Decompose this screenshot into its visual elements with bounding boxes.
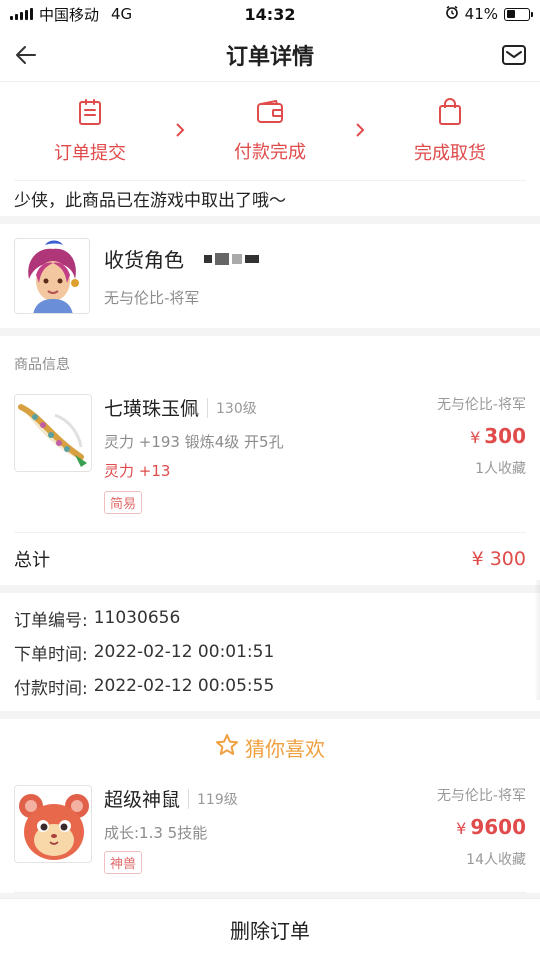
network-label: 4G: [111, 5, 133, 23]
item-favorites: 1人收藏: [475, 461, 526, 477]
total-label: 总计: [14, 550, 50, 571]
clipboard-icon: [77, 98, 103, 131]
step-label: 完成取货: [414, 142, 486, 164]
recommend-list: 超级神鼠 119级 成长:1.3 5技能 神兽 无与伦比-将军 ¥9600 14…: [0, 775, 540, 893]
item-details: 七璜珠玉佩 130级 灵力 +193 锻炼4级 开5孔 灵力 +13 简易: [104, 394, 437, 514]
role-server: 无与伦比-将军: [104, 289, 200, 307]
recommend-card: 猜你喜欢 超级神鼠 119级 成长:1.3 5技能 神兽 无与伦比-将军 ¥ 9…: [0, 719, 540, 893]
status-right: 41%: [445, 5, 533, 23]
step-label: 付款完成: [234, 141, 306, 163]
pay-time: 2022-02-12 00:05:55: [93, 676, 275, 696]
item-price: ¥9600: [456, 815, 526, 839]
order-time: 2022-02-12 00:01:51: [93, 642, 275, 662]
item-thumbnail: [14, 394, 92, 472]
item-price-column: 无与伦比-将军 ¥9600 14人收藏: [437, 785, 526, 874]
signal-icon: [10, 8, 33, 20]
nav-bar: 订单详情: [0, 28, 540, 82]
arrow-left-icon[interactable]: [12, 41, 40, 69]
censored-name: [204, 252, 259, 265]
recommend-title: 猜你喜欢: [245, 736, 325, 761]
item-price: ¥300: [470, 424, 526, 448]
chevron-right-icon: [174, 119, 186, 143]
wallet-icon: [256, 99, 284, 130]
item-attributes: 灵力 +193 锻炼4级 开5孔: [104, 433, 284, 451]
carrier-label: 中国移动: [39, 5, 100, 24]
goods-info-card: 商品信息 七璜珠玉佩 130级 灵力 +193 锻炼4级 开5孔 灵力 +13 …: [0, 336, 540, 533]
item-favorites: 14人收藏: [466, 852, 526, 868]
divider: [0, 711, 540, 719]
item-tag: 神兽: [104, 851, 143, 874]
alarm-icon: [445, 5, 459, 23]
item-attributes: 成长:1.3 5技能: [104, 824, 208, 842]
currency-symbol: ¥: [456, 819, 467, 838]
star-icon: [215, 733, 239, 762]
item-thumbnail: [14, 785, 92, 863]
order-number-label: 订单编号:: [14, 610, 88, 631]
role-title-row: 收货角色: [104, 244, 259, 273]
step-submitted: 订单提交: [54, 98, 126, 165]
item-name: 超级神鼠: [104, 789, 181, 811]
recommend-header: 猜你喜欢: [0, 719, 540, 775]
envelope-icon[interactable]: [500, 41, 528, 69]
order-time-label: 下单时间:: [14, 644, 88, 665]
pickup-notice: 少侠，此商品已在游戏中取出了哦～: [14, 180, 526, 216]
goods-header: 商品信息: [14, 357, 70, 373]
step-picked-up: 完成取货: [414, 97, 486, 165]
currency-symbol: ¥: [470, 428, 481, 447]
item-level: 130级: [207, 397, 257, 418]
divider: [0, 328, 540, 336]
order-info-card: 订单编号: 11030656 下单时间: 2022-02-12 00:01:51…: [0, 593, 540, 711]
divider: [0, 585, 540, 593]
order-steps: 订单提交 付款完成 完成取货: [0, 82, 540, 180]
goods-item[interactable]: 七璜珠玉佩 130级 灵力 +193 锻炼4级 开5孔 灵力 +13 简易 无与…: [14, 380, 526, 533]
price-value: 300: [484, 424, 526, 448]
page-title: 订单详情: [225, 44, 314, 70]
order-number-row: 订单编号: 11030656: [14, 601, 526, 635]
step-label: 订单提交: [54, 142, 126, 164]
item-name-row: 七璜珠玉佩 130级: [104, 394, 437, 421]
avatar: [14, 238, 90, 314]
total-value: ¥ 300: [471, 548, 526, 570]
item-level: 119级: [188, 788, 238, 809]
battery-percent: 41%: [464, 5, 498, 23]
scroll-indicator: [534, 580, 540, 700]
item-name: 七璜珠玉佩: [104, 398, 200, 420]
order-number[interactable]: 11030656: [94, 608, 181, 628]
role-info: 收货角色 无与伦比-将军: [104, 244, 259, 308]
recommend-item[interactable]: 超级神鼠 119级 成长:1.3 5技能 神兽 无与伦比-将军 ¥9600 14…: [14, 775, 526, 893]
divider: [0, 216, 540, 224]
order-progress-card: 订单提交 付款完成 完成取货 少侠，此商品已在游戏中取出了哦～: [0, 82, 540, 216]
item-server: 无与伦比-将军: [436, 788, 526, 804]
item-tag: 简易: [104, 491, 143, 514]
status-left: 中国移动 4G: [10, 4, 132, 25]
step-paid: 付款完成: [234, 99, 306, 164]
delete-order-button[interactable]: 删除订单: [0, 898, 540, 960]
pay-time-row: 付款时间: 2022-02-12 00:05:55: [14, 669, 526, 703]
status-bar: 中国移动 4G 14:32 41%: [0, 0, 540, 28]
pay-time-label: 付款时间:: [14, 678, 88, 699]
total-row: 总计 ¥ 300: [0, 533, 540, 585]
battery-icon: [504, 7, 533, 21]
item-bonus-attribute: 灵力 +13: [104, 462, 171, 480]
role-title: 收货角色: [104, 248, 184, 272]
item-price-column: 无与伦比-将军 ¥300 1人收藏: [437, 394, 526, 514]
item-details: 超级神鼠 119级 成长:1.3 5技能 神兽: [104, 785, 437, 874]
price-value: 9600: [470, 815, 526, 839]
item-name-row: 超级神鼠 119级: [104, 785, 437, 812]
shopping-bag-icon: [437, 97, 463, 131]
chevron-right-icon: [354, 119, 366, 143]
order-time-row: 下单时间: 2022-02-12 00:01:51: [14, 635, 526, 669]
item-server: 无与伦比-将军: [436, 397, 526, 413]
receiver-role-card: 收货角色 无与伦比-将军: [0, 224, 540, 328]
